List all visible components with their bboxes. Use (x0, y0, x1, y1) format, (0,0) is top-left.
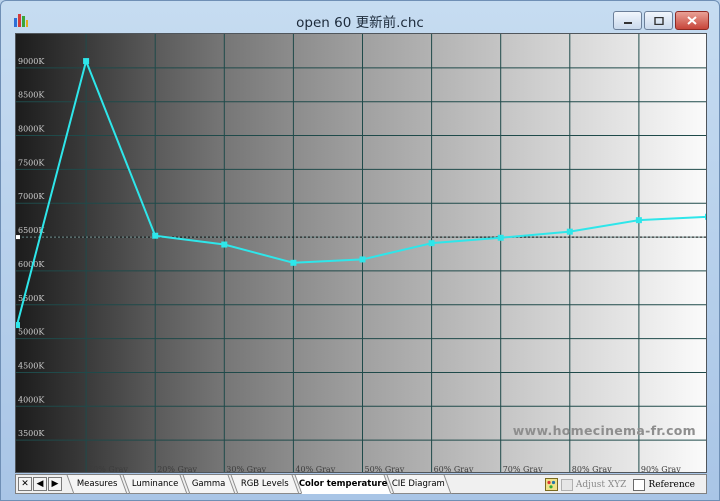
palette-icon[interactable] (544, 478, 558, 491)
x-tick-label: 60% Gray (434, 465, 474, 473)
x-tick-label: 50% Gray (365, 465, 405, 473)
x-tick-label: 10% Gray (88, 465, 128, 473)
x-tick-label: 20% Gray (157, 465, 197, 473)
app-window: open 60 更新前.chc 3500K 4000K 4500K 5000K 5500… (0, 0, 720, 501)
y-tick-label: 4500K (18, 361, 45, 370)
reference-label: Reference (648, 479, 695, 490)
maximize-icon (653, 16, 664, 25)
reference-checkbox[interactable] (633, 478, 646, 491)
bottom-toolbar: ✕ ◀ ▶ Measures Luminance Gamma RGB Level… (15, 474, 707, 494)
title-bar[interactable]: open 60 更新前.chc (1, 1, 719, 35)
minimize-icon (623, 21, 632, 24)
data-point (359, 256, 366, 263)
tab-luminance[interactable]: Luminance (122, 475, 188, 494)
y-tick-label: 8000K (18, 125, 45, 134)
data-point (566, 228, 573, 235)
data-point (497, 234, 504, 241)
y-tick-label: 5500K (18, 294, 45, 303)
data-point (221, 241, 228, 248)
reference-marker (16, 235, 20, 240)
data-point (635, 217, 642, 224)
data-point (83, 58, 90, 65)
x-tick-label: 90% Gray (641, 465, 681, 473)
adjust-xyz-label: Adjust XYZ (575, 479, 627, 490)
data-point (428, 240, 435, 247)
data-point (152, 232, 159, 239)
adjust-xyz-checkbox[interactable] (560, 478, 573, 491)
y-tick-label: 3500K (18, 429, 45, 438)
prev-tab-button[interactable]: ◀ (33, 477, 47, 491)
close-button[interactable] (675, 11, 709, 30)
chart-svg: 3500K4000K4500K5000K5500K6000K6500K7000K… (16, 34, 706, 473)
maximize-button[interactable] (644, 11, 673, 30)
y-tick-label: 7500K (18, 158, 45, 167)
tab-color-temperature[interactable]: Color temperature (294, 475, 392, 494)
data-point (16, 322, 20, 329)
x-tick-label: 30% Gray (226, 465, 266, 473)
tab-rgb-levels[interactable]: RGB Levels (230, 475, 300, 494)
close-icon (687, 16, 697, 25)
data-point (705, 213, 706, 220)
y-tick-label: 4000K (18, 395, 45, 404)
data-point (290, 259, 297, 266)
y-tick-label: 5000K (18, 328, 45, 337)
x-tick-label: 70% Gray (503, 465, 543, 473)
x-tick-label: 40% Gray (295, 465, 335, 473)
close-sheet-button[interactable]: ✕ (18, 477, 32, 491)
color-temperature-chart: 3500K 4000K 4500K 5000K 5500K 6000K 6500K 7000K… (15, 33, 707, 473)
y-tick-label: 9000K (18, 57, 45, 66)
y-tick-label: 8500K (18, 91, 45, 100)
tab-measures[interactable]: Measures (66, 475, 128, 494)
watermark: www.homecinema-fr.com (512, 423, 696, 438)
y-tick-label: 7000K (18, 192, 45, 201)
next-tab-button[interactable]: ▶ (48, 477, 62, 491)
tab-cie-diagram[interactable]: CIE Diagram (386, 475, 452, 494)
x-tick-label: 80% Gray (572, 465, 612, 473)
tab-gamma[interactable]: Gamma (182, 475, 236, 494)
minimize-button[interactable] (613, 11, 642, 30)
